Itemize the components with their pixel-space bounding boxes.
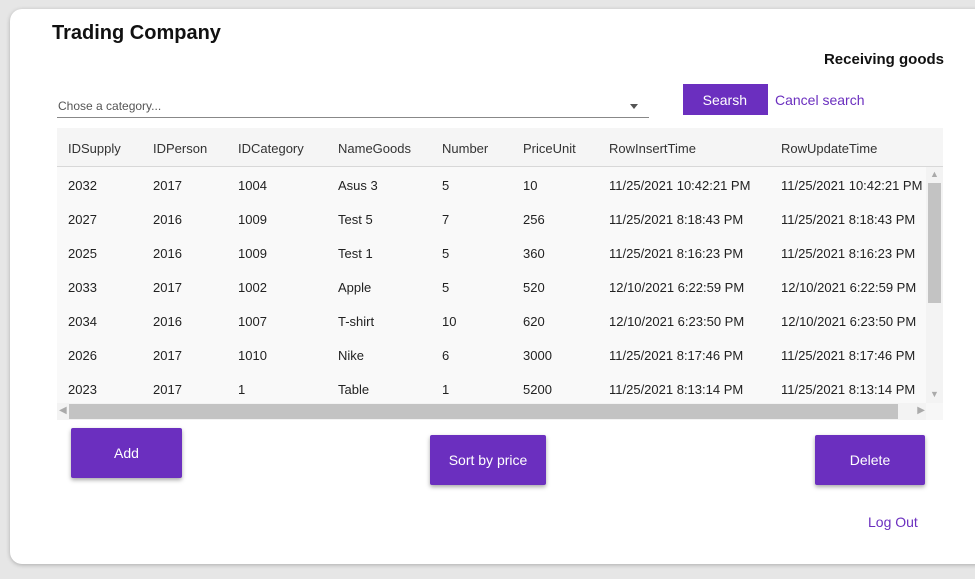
cell-priceunit: 360: [523, 246, 545, 261]
vertical-scrollbar[interactable]: ▲ ▼: [926, 167, 943, 403]
horizontal-scroll-thumb[interactable]: [69, 404, 898, 419]
cell-priceunit: 620: [523, 314, 545, 329]
cell-namegoods: Table: [338, 382, 370, 397]
cell-namegoods: Nike: [338, 348, 365, 363]
cell-rowupdatetime: 11/25/2021 8:18:43 PM: [781, 212, 916, 227]
cell-idcategory: 1002: [238, 280, 267, 295]
cell-rowinserttime: 11/25/2021 10:42:21 PM: [609, 178, 751, 193]
cell-number: 5: [442, 178, 450, 193]
cell-idcategory: 1009: [238, 212, 267, 227]
column-header-idcategory[interactable]: IDCategory: [238, 141, 304, 156]
cell-namegoods: Test 5: [338, 212, 373, 227]
cell-rowinserttime: 11/25/2021 8:17:46 PM: [609, 348, 744, 363]
table-header: IDSupply IDPerson IDCategory NameGoods N…: [57, 128, 943, 167]
scroll-left-icon[interactable]: ◀: [59, 405, 67, 416]
cell-idcategory: 1: [238, 382, 246, 397]
cell-namegoods: Apple: [338, 280, 372, 295]
column-header-namegoods[interactable]: NameGoods: [338, 141, 411, 156]
cell-idsupply: 2034: [68, 314, 97, 329]
cell-idperson: 2016: [153, 246, 182, 261]
cell-priceunit: 3000: [523, 348, 552, 363]
cell-priceunit: 5200: [523, 382, 552, 397]
category-placeholder: Chose a category...: [58, 99, 162, 113]
table-row[interactable]: 2034 2016 1007 T-shirt 10 620 12/10/2021…: [57, 303, 927, 338]
cell-rowinserttime: 12/10/2021 6:23:50 PM: [609, 314, 745, 329]
cell-rowupdatetime: 12/10/2021 6:23:50 PM: [781, 314, 917, 329]
cell-number: 7: [442, 212, 450, 227]
table-body: 2032 2017 1004 Asus 3 5 10 11/25/2021 10…: [57, 167, 927, 403]
cell-rowinserttime: 12/10/2021 6:22:59 PM: [609, 280, 745, 295]
cell-idperson: 2017: [153, 178, 182, 193]
cell-idcategory: 1007: [238, 314, 267, 329]
horizontal-scrollbar[interactable]: ◀ ▶: [57, 403, 926, 420]
search-button[interactable]: Searsh: [683, 84, 768, 115]
cell-idcategory: 1004: [238, 178, 267, 193]
cell-idperson: 2017: [153, 280, 182, 295]
supply-table: IDSupply IDPerson IDCategory NameGoods N…: [57, 128, 943, 420]
cell-idcategory: 1010: [238, 348, 267, 363]
cell-idcategory: 1009: [238, 246, 267, 261]
category-dropdown[interactable]: Chose a category...: [57, 93, 649, 118]
column-header-priceunit[interactable]: PriceUnit: [523, 141, 576, 156]
cell-idperson: 2016: [153, 314, 182, 329]
cell-priceunit: 10: [523, 178, 538, 193]
delete-button[interactable]: Delete: [815, 435, 925, 485]
chevron-down-icon: [630, 104, 638, 109]
cell-rowinserttime: 11/25/2021 8:13:14 PM: [609, 382, 744, 397]
cell-idsupply: 2026: [68, 348, 97, 363]
cell-rowinserttime: 11/25/2021 8:16:23 PM: [609, 246, 744, 261]
scroll-up-icon[interactable]: ▲: [930, 169, 939, 179]
column-header-rowinserttime[interactable]: RowInsertTime: [609, 141, 696, 156]
cell-namegoods: Test 1: [338, 246, 373, 261]
cell-idsupply: 2027: [68, 212, 97, 227]
cell-idsupply: 2025: [68, 246, 97, 261]
cell-rowupdatetime: 12/10/2021 6:22:59 PM: [781, 280, 917, 295]
cell-namegoods: Asus 3: [338, 178, 378, 193]
sort-by-price-button[interactable]: Sort by price: [430, 435, 546, 485]
cell-number: 1: [442, 382, 450, 397]
vertical-scroll-thumb[interactable]: [928, 183, 941, 303]
app-title: Trading Company: [52, 22, 221, 44]
table-row[interactable]: 2025 2016 1009 Test 1 5 360 11/25/2021 8…: [57, 235, 927, 270]
column-header-idperson[interactable]: IDPerson: [153, 141, 207, 156]
table-row[interactable]: 2023 2017 1 Table 1 5200 11/25/2021 8:13…: [57, 371, 927, 403]
cell-number: 5: [442, 246, 450, 261]
cell-idperson: 2016: [153, 212, 182, 227]
table-row[interactable]: 2026 2017 1010 Nike 6 3000 11/25/2021 8:…: [57, 337, 927, 372]
cell-number: 10: [442, 314, 457, 329]
cell-priceunit: 256: [523, 212, 545, 227]
column-header-idsupply[interactable]: IDSupply: [68, 141, 121, 156]
logout-link[interactable]: Log Out: [868, 514, 918, 530]
column-header-number[interactable]: Number: [442, 141, 488, 156]
scroll-down-icon[interactable]: ▼: [930, 389, 939, 399]
cell-idsupply: 2023: [68, 382, 97, 397]
cell-number: 6: [442, 348, 450, 363]
table-row[interactable]: 2027 2016 1009 Test 5 7 256 11/25/2021 8…: [57, 201, 927, 236]
cell-rowupdatetime: 11/25/2021 8:17:46 PM: [781, 348, 916, 363]
cell-rowupdatetime: 11/25/2021 8:16:23 PM: [781, 246, 916, 261]
cell-idperson: 2017: [153, 382, 182, 397]
cell-rowupdatetime: 11/25/2021 10:42:21 PM: [781, 178, 923, 193]
cell-priceunit: 520: [523, 280, 545, 295]
add-button[interactable]: Add: [71, 428, 182, 478]
cell-idsupply: 2033: [68, 280, 97, 295]
cancel-search-link[interactable]: Cancel search: [775, 92, 865, 108]
table-row[interactable]: 2033 2017 1002 Apple 5 520 12/10/2021 6:…: [57, 269, 927, 304]
table-row[interactable]: 2032 2017 1004 Asus 3 5 10 11/25/2021 10…: [57, 167, 927, 202]
scroll-right-icon[interactable]: ▶: [917, 405, 925, 416]
cell-idsupply: 2032: [68, 178, 97, 193]
cell-rowinserttime: 11/25/2021 8:18:43 PM: [609, 212, 744, 227]
cell-rowupdatetime: 11/25/2021 8:13:14 PM: [781, 382, 916, 397]
page-subtitle: Receiving goods: [823, 51, 944, 68]
column-header-rowupdatetime[interactable]: RowUpdateTime: [781, 141, 877, 156]
cell-namegoods: T-shirt: [338, 314, 375, 329]
cell-idperson: 2017: [153, 348, 182, 363]
cell-number: 5: [442, 280, 450, 295]
